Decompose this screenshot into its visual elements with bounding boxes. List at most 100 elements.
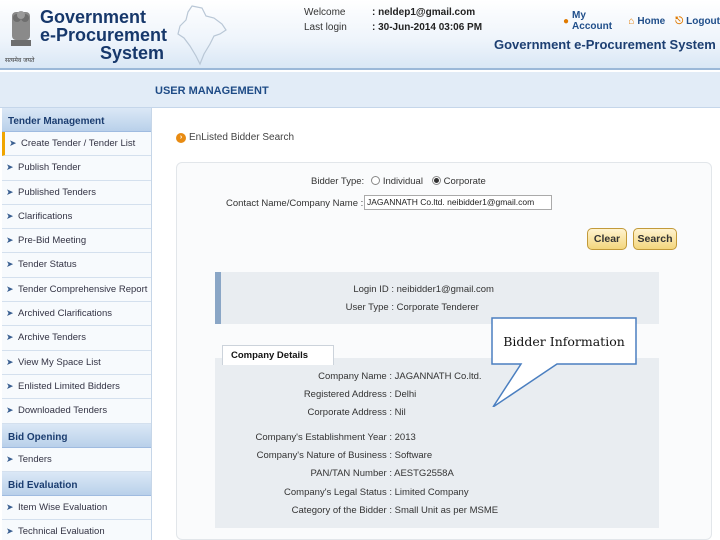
callout-bubble: [491, 317, 637, 407]
radio-individual-label: Individual: [382, 176, 423, 187]
field-value: 2013: [394, 432, 416, 443]
callout-text: Bidder Information: [503, 334, 625, 349]
sidebar-item-downloaded-tenders[interactable]: ➤ Downloaded Tenders: [2, 399, 151, 424]
field-label: Company's Nature of Business :: [256, 450, 392, 461]
breadcrumb: › EnListed Bidder Search: [176, 132, 294, 143]
sidebar-item-technical-evaluation[interactable]: ➤ Technical Evaluation: [2, 520, 151, 540]
arrow-icon: ➤: [6, 186, 14, 197]
company-field-row: Company's Establishment Year : 2013: [222, 432, 416, 443]
arrow-icon: ➤: [6, 283, 14, 294]
sidebar-item-label: Tender Comprehensive Report: [18, 283, 148, 295]
sidebar-item-tenders[interactable]: ➤ Tenders: [2, 447, 151, 472]
sidebar-section-tender-management[interactable]: Tender Management: [2, 108, 151, 132]
field-value: Software: [394, 450, 433, 461]
home-label: Home: [637, 15, 666, 27]
welcome-label: Welcome: [304, 7, 346, 18]
radio-corporate[interactable]: Corporate: [431, 176, 486, 187]
sidebar-item-create-tender[interactable]: ➤ Create Tender / Tender List: [2, 132, 151, 157]
sidebar-item-pre-bid-meeting[interactable]: ➤ Pre-Bid Meeting: [2, 229, 151, 254]
arrow-icon: ➤: [6, 308, 14, 319]
user-type-value: Corporate Tenderer: [396, 302, 479, 313]
sidebar-item-item-wise-evaluation[interactable]: ➤ Item Wise Evaluation: [2, 495, 151, 521]
logout-label: Logout: [686, 15, 720, 27]
company-field-row: PAN/TAN Number : AESTG2558A: [222, 468, 454, 479]
user-icon: ●: [563, 15, 570, 27]
page: सत्यमेव जयते Government e-Procurement Sy…: [0, 0, 720, 540]
field-label: Company's Legal Status :: [284, 487, 392, 498]
sidebar-section-bid-evaluation[interactable]: Bid Evaluation: [2, 471, 151, 496]
field-label: Category of the Bidder :: [291, 505, 392, 516]
bidder-type-label: Bidder Type:: [311, 176, 365, 187]
field-value: Nil: [394, 407, 406, 418]
last-login-label: Last login: [304, 22, 347, 33]
sidebar-item-archive-tenders[interactable]: ➤ Archive Tenders: [2, 326, 151, 351]
arrow-icon: ➤: [6, 162, 14, 173]
top-links: ● My Account ⌂ Home ⎋ Logout: [563, 10, 720, 32]
breadcrumb-label: EnListed Bidder Search: [189, 132, 295, 143]
sidebar-item-label: Published Tenders: [18, 186, 96, 198]
field-value: Small Unit as per MSME: [394, 505, 499, 516]
logout-link[interactable]: ⎋ Logout: [675, 16, 720, 27]
radio-individual[interactable]: Individual: [370, 176, 423, 187]
company-field-row: Company's Nature of Business : Software: [222, 450, 433, 461]
arrow-icon: ➤: [6, 210, 14, 221]
sidebar-item-label: Archive Tenders: [18, 332, 86, 344]
sidebar-item-label: Tenders: [18, 453, 52, 465]
page-heading: USER MANAGEMENT: [155, 85, 269, 97]
bullet-arrow-icon: ›: [176, 132, 186, 143]
sidebar-item-enlisted-bidders[interactable]: ➤ Enlisted Limited Bidders: [2, 374, 151, 400]
arrow-icon: ➤: [9, 138, 17, 148]
sidebar-item-label: Publish Tender: [18, 162, 81, 174]
emblem-caption: सत्यमेव जयते: [5, 57, 35, 64]
radio-circle-selected: [431, 176, 441, 185]
arrow-icon: ➤: [6, 380, 14, 391]
sidebar-item-archived-clarifications[interactable]: ➤ Archived Clarifications: [2, 302, 151, 327]
my-account-link[interactable]: ● My Account: [563, 10, 618, 32]
sidebar-item-tender-report[interactable]: ➤ Tender Comprehensive Report: [2, 277, 151, 303]
field-label: Corporate Address :: [307, 407, 393, 418]
sidebar-item-label: Pre-Bid Meeting: [18, 235, 87, 247]
contact-row: Contact Name/Company Name : *: [226, 198, 370, 209]
national-emblem-icon: [11, 11, 31, 46]
company-field-row: Corporate Address : Nil: [222, 407, 406, 418]
arrow-icon: ➤: [6, 405, 14, 416]
welcome-value: : neldep1@gmail.com: [372, 7, 476, 18]
sidebar-item-tender-status[interactable]: ➤ Tender Status: [2, 253, 151, 278]
field-value: Limited Company: [394, 487, 469, 498]
arrow-icon: ➤: [6, 526, 14, 537]
sidebar-item-my-space[interactable]: ➤ View My Space List: [2, 350, 151, 375]
contact-name-input[interactable]: JAGANNATH Co.ltd. neibidder1@gmail.com: [364, 195, 552, 210]
sidebar-item-publish-tender[interactable]: ➤ Publish Tender: [2, 156, 151, 181]
bidder-type-row: Bidder Type: Individual Corporate: [311, 176, 486, 187]
company-field-row: Registered Address : Delhi: [222, 389, 416, 400]
home-icon: ⌂: [628, 15, 635, 27]
login-id-row: Login ID : neibidder1@gmail.com: [330, 284, 494, 295]
sidebar-item-label: Tender Status: [18, 259, 77, 271]
contact-label: Contact Name/Company Name :: [226, 198, 364, 209]
sidebar-item-clarifications[interactable]: ➤ Clarifications: [2, 204, 151, 230]
logo[interactable]: Government e-Procurement System: [40, 8, 167, 62]
sidebar-item-label: Enlisted Limited Bidders: [18, 380, 120, 392]
user-type-row: User Type : Corporate Tenderer: [330, 302, 479, 313]
arrow-icon: ➤: [6, 259, 14, 270]
home-link[interactable]: ⌂ Home: [628, 16, 665, 27]
system-title: Government e-Procurement System: [494, 37, 716, 52]
user-type-label: User Type :: [345, 302, 394, 313]
arrow-icon: ➤: [6, 235, 14, 246]
logo-line-3: System: [100, 43, 165, 63]
search-button[interactable]: Search: [633, 228, 677, 250]
company-field-row: Company Name : JAGANNATH Co.ltd.: [222, 371, 482, 382]
sidebar-item-published-tenders[interactable]: ➤ Published Tenders: [2, 180, 151, 205]
sidebar-item-label: Archived Clarifications: [18, 308, 112, 320]
sidebar-item-label: Item Wise Evaluation: [18, 501, 108, 513]
sidebar-section-bid-opening[interactable]: Bid Opening: [2, 423, 151, 448]
arrow-icon: ➤: [6, 356, 14, 367]
my-account-label: My Account: [572, 10, 613, 32]
india-map-icon: [177, 5, 227, 66]
session-info: Welcome : neldep1@gmail.com Last login : 3…: [304, 5, 482, 35]
company-field-row: Company's Legal Status : Limited Company: [222, 487, 469, 498]
sidebar-item-label: View My Space List: [18, 356, 101, 368]
last-login-value: : 30-Jun-2014 03:06 PM: [372, 22, 483, 33]
clear-button[interactable]: Clear: [587, 228, 627, 250]
sidebar-item-label: Create Tender / Tender List: [21, 138, 136, 149]
